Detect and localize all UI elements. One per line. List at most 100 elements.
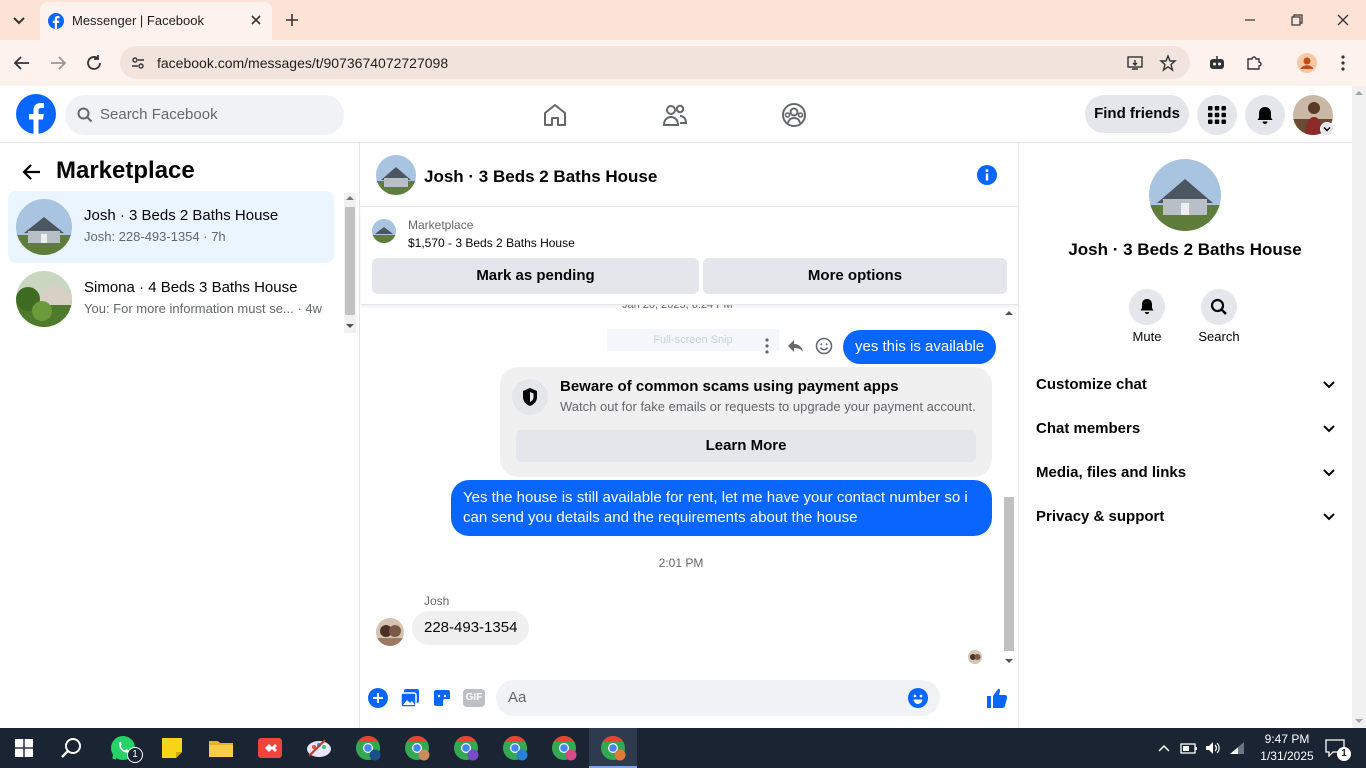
groups-icon[interactable] (780, 101, 808, 129)
chevron-down-icon (1322, 467, 1336, 479)
customize-chat-section[interactable]: Customize chat (1036, 367, 1336, 403)
window-close-icon[interactable] (1335, 12, 1351, 28)
wifi-icon[interactable] (1228, 740, 1246, 756)
media-files-links-section[interactable]: Media, files and links (1036, 455, 1336, 491)
sent-message[interactable]: Yes the house is still available for ren… (451, 480, 992, 536)
menu-button[interactable] (1197, 95, 1237, 135)
listing-thumbnail[interactable] (372, 219, 396, 243)
battery-icon[interactable] (1180, 740, 1198, 756)
facebook-search-input[interactable]: Search Facebook (65, 95, 344, 135)
chat-info-panel: Josh · 3 Beds 2 Baths House Mute Search … (1020, 143, 1352, 728)
page-scrollbar[interactable] (1352, 86, 1366, 728)
profile-icon[interactable] (1297, 53, 1317, 73)
facebook-favicon-icon (48, 13, 64, 29)
close-tab-icon[interactable] (248, 12, 264, 28)
emoji-icon[interactable] (908, 688, 928, 708)
facebook-logo-icon[interactable] (16, 94, 56, 134)
chrome-profile-icon[interactable] (501, 734, 529, 762)
chevron-up-icon[interactable] (1157, 742, 1171, 754)
chrome-profile-icon[interactable] (452, 734, 480, 762)
active-chrome-taskbar-item[interactable] (589, 728, 637, 768)
conversation-item[interactable]: Simona · 4 Beds 3 Baths House You: For m… (8, 263, 334, 335)
account-chevron-icon[interactable] (1320, 122, 1334, 136)
add-plus-icon[interactable] (368, 688, 388, 708)
chat-members-section[interactable]: Chat members (1036, 411, 1336, 447)
file-explorer-icon[interactable] (207, 734, 235, 762)
house-thumbnail (16, 271, 72, 327)
message-input[interactable]: Aa (496, 680, 940, 716)
received-message[interactable]: 228-493-1354 (412, 611, 530, 645)
more-actions-icon[interactable] (763, 337, 771, 355)
more-options-button[interactable]: More options (703, 258, 1007, 294)
chrome-icon[interactable] (354, 734, 382, 762)
chat-house-avatar[interactable] (376, 155, 416, 195)
bell-icon (1255, 105, 1275, 125)
chat-title[interactable]: Josh · 3 Beds 2 Baths House (424, 167, 657, 187)
volume-icon[interactable] (1204, 740, 1222, 756)
conversation-item[interactable]: Josh · 3 Beds 2 Baths House Josh: 228-49… (8, 191, 334, 263)
browser-toolbar: facebook.com/messages/t/9073674072727098 (0, 40, 1366, 86)
listing-price[interactable]: $1,570 - 3 Beds 2 Baths House (408, 236, 575, 250)
mark-as-pending-button[interactable]: Mark as pending (372, 258, 699, 294)
forward-icon[interactable] (48, 53, 68, 73)
chevron-down-icon (1322, 423, 1336, 435)
clock-date[interactable]: 1/31/2025 (1252, 749, 1322, 763)
windows-search-icon[interactable] (60, 736, 84, 760)
restore-icon[interactable] (1289, 12, 1305, 28)
reload-icon[interactable] (84, 53, 104, 73)
gif-icon[interactable]: GIF (463, 689, 485, 707)
photo-icon[interactable] (400, 688, 420, 708)
notifications-button[interactable] (1245, 95, 1285, 135)
section-label: Chat members (1036, 420, 1141, 437)
reply-icon[interactable] (786, 338, 804, 354)
paint-app-icon[interactable] (305, 734, 333, 762)
time-stamp: 2:01 PM (658, 556, 704, 570)
chat-scrollbar-thumb[interactable] (1004, 497, 1014, 651)
site-settings-icon[interactable] (130, 55, 146, 71)
react-emoji-icon[interactable] (815, 337, 833, 355)
seen-avatar (968, 650, 982, 664)
find-friends-button[interactable]: Find friends (1085, 95, 1189, 133)
chrome-profile-icon[interactable] (403, 734, 431, 762)
assistant-icon[interactable] (1208, 54, 1226, 72)
info-icon[interactable] (977, 165, 997, 185)
scrollbar-thumb[interactable] (345, 207, 355, 315)
bookmark-star-icon[interactable] (1159, 54, 1177, 72)
info-house-avatar[interactable] (1149, 159, 1221, 231)
chrome-profile-icon (599, 734, 627, 762)
chat-panel: Josh · 3 Beds 2 Baths House Marketplace … (361, 143, 1019, 728)
minimize-icon[interactable] (1242, 12, 1258, 28)
clock-time[interactable]: 9:47 PM (1256, 732, 1318, 746)
learn-more-button[interactable]: Learn More (516, 430, 976, 462)
extensions-icon[interactable] (1245, 54, 1263, 72)
browser-menu-icon[interactable] (1336, 53, 1350, 73)
sender-avatar[interactable] (376, 618, 404, 646)
conversation-name: Simona · 4 Beds 3 Baths House (84, 279, 298, 296)
sent-message[interactable]: yes this is available (843, 330, 997, 364)
snip-overlay: Full-screen Snip (607, 329, 779, 351)
back-icon[interactable] (12, 53, 32, 73)
back-arrow-icon[interactable] (22, 162, 42, 182)
windows-start-icon[interactable] (15, 739, 33, 757)
url-text[interactable]: facebook.com/messages/t/9073674072727098 (157, 55, 448, 71)
conversation-list-scrollbar[interactable] (344, 193, 356, 333)
notification-badge: 1 (1337, 747, 1351, 761)
friends-icon[interactable] (661, 101, 689, 129)
mute-button[interactable] (1129, 289, 1165, 325)
bell-mute-icon (1138, 297, 1156, 317)
chat-scrollbar[interactable] (1002, 307, 1016, 667)
chrome-profile-icon[interactable] (550, 734, 578, 762)
install-app-icon[interactable] (1126, 54, 1144, 72)
anydesk-icon[interactable] (256, 734, 284, 762)
privacy-support-section[interactable]: Privacy & support (1036, 499, 1336, 535)
search-in-chat-button[interactable] (1201, 289, 1237, 325)
windows-taskbar: 1 9:47 PM 1/31/2025 1 (0, 728, 1366, 768)
home-icon[interactable] (541, 101, 569, 129)
browser-tab[interactable]: Messenger | Facebook (40, 2, 272, 40)
tab-search-icon[interactable] (8, 10, 30, 30)
sticker-icon[interactable] (432, 688, 452, 708)
address-bar[interactable]: facebook.com/messages/t/9073674072727098 (120, 46, 1190, 79)
thumbs-up-icon[interactable] (986, 687, 1008, 709)
new-tab-icon[interactable] (283, 11, 301, 29)
sticky-notes-icon[interactable] (158, 734, 186, 762)
